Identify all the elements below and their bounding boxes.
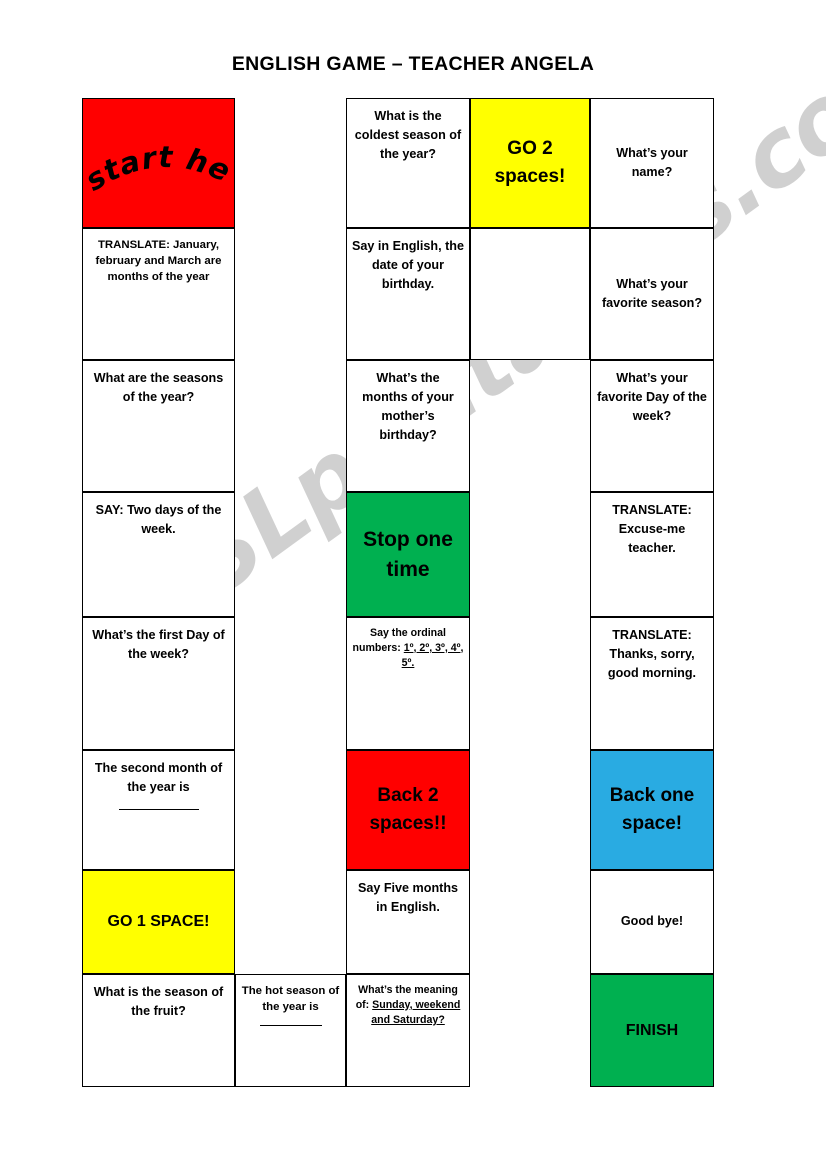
board-cell-translate-excuse[interactable]: TRANSLATE: Excuse-me teacher. bbox=[590, 492, 714, 617]
cell-text: What is the coldest season of the year? bbox=[354, 109, 462, 162]
cell-text: Stop one time bbox=[363, 527, 453, 581]
board-cell-first-day-week[interactable]: What’s the first Day of the week? bbox=[82, 617, 235, 750]
cell-text: What’s your favorite season? bbox=[601, 276, 703, 310]
board-cell-coldest-season[interactable]: What is the coldest season of the year? bbox=[346, 98, 470, 228]
cell-text: Good bye! bbox=[620, 914, 684, 929]
board-cell-empty-spacer[interactable] bbox=[470, 228, 590, 360]
board-cell-back-one-space[interactable]: Back one space! bbox=[590, 750, 714, 870]
board-cell-hot-season[interactable]: The hot season of the year is bbox=[235, 974, 346, 1087]
cell-text: The second month of the year is bbox=[83, 751, 234, 816]
board-cell-date-of-birthday[interactable]: Say in English, the date of your birthda… bbox=[346, 228, 470, 360]
cell-text: What’s the meaning of: Sunday, weekend a… bbox=[347, 975, 469, 1027]
board-cell-translate-months[interactable]: TRANSLATE: January, february and March a… bbox=[82, 228, 235, 360]
board-cell-stop-one-time[interactable]: Stop one time bbox=[346, 492, 470, 617]
cell-text: TRANSLATE: Excuse-me teacher. bbox=[612, 503, 692, 556]
cell-text: What are the seasons of the year? bbox=[93, 371, 224, 405]
meaning-values: Sunday, weekend and Saturday? bbox=[371, 998, 461, 1026]
cell-text: What’s the first Day of the week? bbox=[92, 628, 225, 662]
cell-text: What’s your name? bbox=[616, 145, 688, 179]
cell-text: Say Five months in English. bbox=[357, 881, 459, 915]
page-title: ENGLISH GAME – TEACHER ANGELA bbox=[231, 53, 595, 75]
board-cell-ordinal-numbers[interactable]: Say the ordinal numbers: 1º, 2º, 3º, 4º,… bbox=[346, 617, 470, 750]
start-here-wordart: start here bbox=[83, 99, 234, 198]
board-cell-say-two-days[interactable]: SAY: Two days of the week. bbox=[82, 492, 235, 617]
board-cell-mothers-birthday[interactable]: What’s the months of your mother’s birth… bbox=[346, 360, 470, 492]
cell-text: TRANSLATE: Thanks, sorry, good morning. bbox=[607, 628, 697, 681]
board-cell-go-1-space[interactable]: GO 1 SPACE! bbox=[82, 870, 235, 974]
ordinal-values: 1º, 2º, 3º, 4º, 5º. bbox=[401, 641, 464, 669]
board-cell-translate-thanks[interactable]: TRANSLATE: Thanks, sorry, good morning. bbox=[590, 617, 714, 750]
board-cell-whats-your-name[interactable]: What’s your name? bbox=[590, 98, 714, 228]
board-cell-second-month[interactable]: The second month of the year is bbox=[82, 750, 235, 870]
board-cell-favorite-season[interactable]: What’s your favorite season? bbox=[590, 228, 714, 360]
board-cell-say-five-months[interactable]: Say Five months in English. bbox=[346, 870, 470, 974]
second-month-prefix: The second month of the year is bbox=[94, 761, 223, 795]
board-cell-good-bye[interactable]: Good bye! bbox=[590, 870, 714, 974]
cell-text: GO 2 spaces! bbox=[494, 138, 566, 187]
cell-text: GO 1 SPACE! bbox=[107, 913, 210, 931]
answer-blank bbox=[259, 1016, 322, 1027]
board-game-grid: start here TRANSLATE: January, february … bbox=[0, 0, 826, 1169]
board-cell-meaning-of-days[interactable]: What’s the meaning of: Sunday, weekend a… bbox=[346, 974, 470, 1087]
cell-text: Say in English, the date of your birthda… bbox=[352, 239, 464, 292]
worksheet-page: ENGLISH GAME – TEACHER ANGELA start here… bbox=[0, 0, 826, 1169]
cell-text: Say the ordinal numbers: 1º, 2º, 3º, 4º,… bbox=[347, 618, 469, 670]
cell-text: FINISH bbox=[625, 1021, 679, 1039]
cell-text: What’s your favorite Day of the week? bbox=[597, 371, 707, 424]
board-cell-favorite-day[interactable]: What’s your favorite Day of the week? bbox=[590, 360, 714, 492]
board-cell-finish[interactable]: FINISH bbox=[590, 974, 714, 1087]
hot-season-prefix: The hot season of the year is bbox=[241, 985, 340, 1014]
cell-text: Back one space! bbox=[609, 785, 695, 834]
board-cell-go-2-spaces[interactable]: GO 2 spaces! bbox=[470, 98, 590, 228]
cell-text: TRANSLATE: January, february and March a… bbox=[95, 239, 222, 284]
cell-text: Back 2 spaces!! bbox=[369, 785, 447, 834]
board-cell-season-of-fruit[interactable]: What is the season of the fruit? bbox=[82, 974, 235, 1087]
cell-text: What’s the months of your mother’s birth… bbox=[362, 371, 454, 443]
cell-text: The hot season of the year is bbox=[236, 975, 345, 1032]
answer-blank bbox=[118, 799, 199, 811]
board-cell-start-here[interactable]: start here bbox=[82, 98, 235, 228]
board-cell-seasons-of-year[interactable]: What are the seasons of the year? bbox=[82, 360, 235, 492]
cell-text: What is the season of the fruit? bbox=[93, 985, 224, 1019]
cell-text: SAY: Two days of the week. bbox=[95, 503, 222, 537]
board-cell-back-2-spaces[interactable]: Back 2 spaces!! bbox=[346, 750, 470, 870]
start-here-label: start here bbox=[83, 99, 234, 198]
